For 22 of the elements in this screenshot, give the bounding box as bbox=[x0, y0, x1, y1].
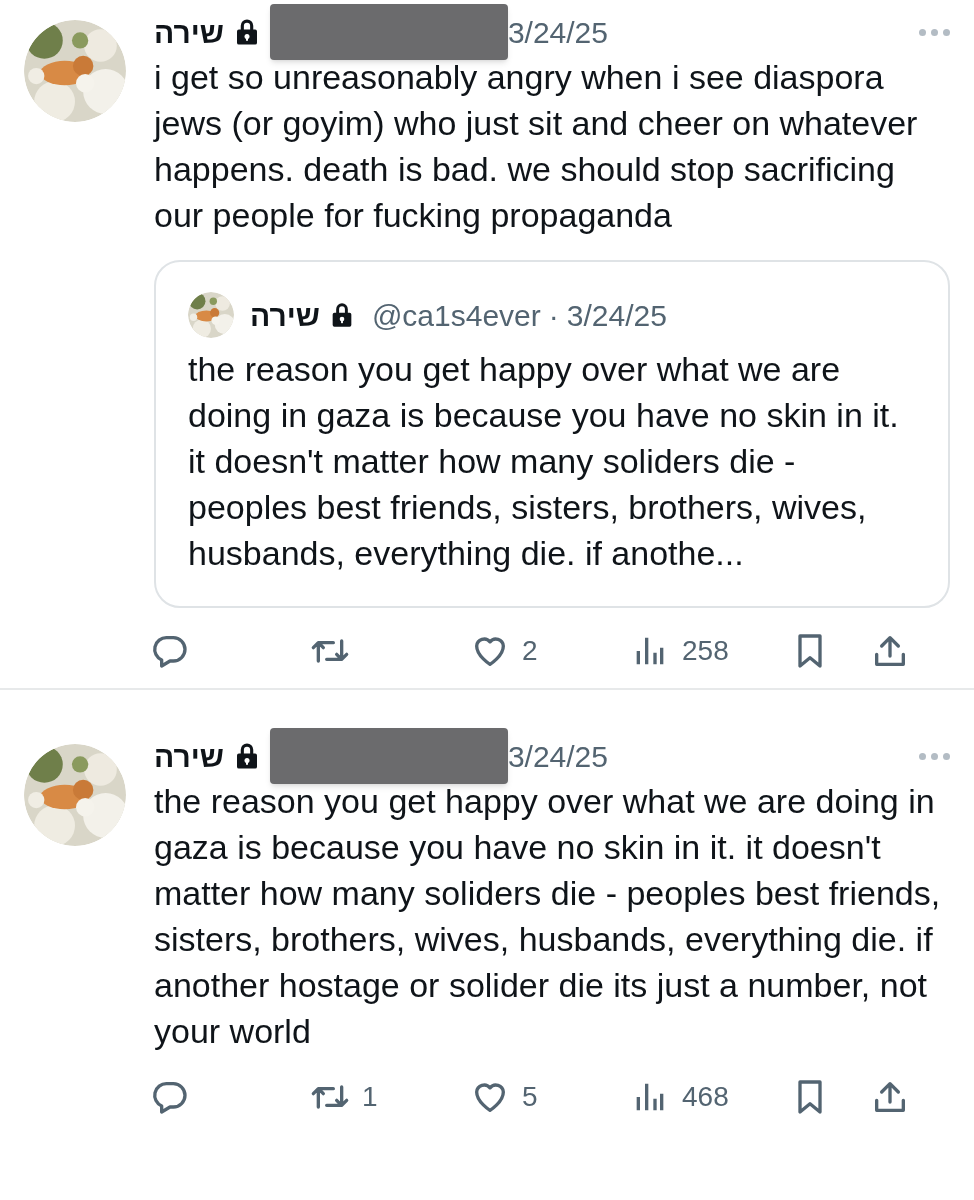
quoted-tweet-card[interactable] bbox=[154, 260, 950, 608]
tweet-date: 3/24/25 bbox=[507, 738, 608, 775]
like-button[interactable]: 2 bbox=[470, 630, 538, 672]
like-count: 2 bbox=[522, 634, 538, 668]
tweet-text: the reason you get happy over what we are doing in gaza is because you have no skin in it. it doesn't matter how many soliders die - peoples best friends, sisters, brothers, wives, husbands, everything die. if another hostage or solider die its just a number, not your world bbox=[154, 781, 942, 1052]
author-name: שירה bbox=[154, 738, 224, 775]
views-count: 468 bbox=[682, 1080, 729, 1114]
retweet-button[interactable]: 1 bbox=[310, 1076, 378, 1118]
separator-dot: · bbox=[548, 297, 559, 334]
author-name: שירה bbox=[154, 14, 224, 51]
tweet-date: 3/24/25 bbox=[566, 297, 667, 334]
tweet-date: 3/24/25 bbox=[507, 14, 608, 51]
like-count: 5 bbox=[522, 1080, 538, 1114]
handle: @ca1s4ever bbox=[371, 297, 541, 334]
views-button[interactable]: 258 bbox=[630, 630, 729, 672]
views-button[interactable]: 468 bbox=[630, 1076, 729, 1118]
retweet-count: 1 bbox=[362, 1080, 378, 1114]
views-count: 258 bbox=[682, 634, 729, 668]
quoted-text: the reason you get happy over what we are doing in gaza is because you have no skin in it. it doesn't matter how many soliders die - peoples best friends, sisters, brothers, wives, husbands, everything die. if anothe... bbox=[188, 349, 900, 574]
like-button[interactable]: 5 bbox=[470, 1076, 538, 1118]
author-name: שירה bbox=[250, 297, 320, 334]
tweet-text: i get so unreasonably angry when i see diaspora jews (or goyim) who just sit and cheer on whatever happens. death is bad. we should stop sacrificing our people for fucking propaganda bbox=[154, 57, 919, 236]
